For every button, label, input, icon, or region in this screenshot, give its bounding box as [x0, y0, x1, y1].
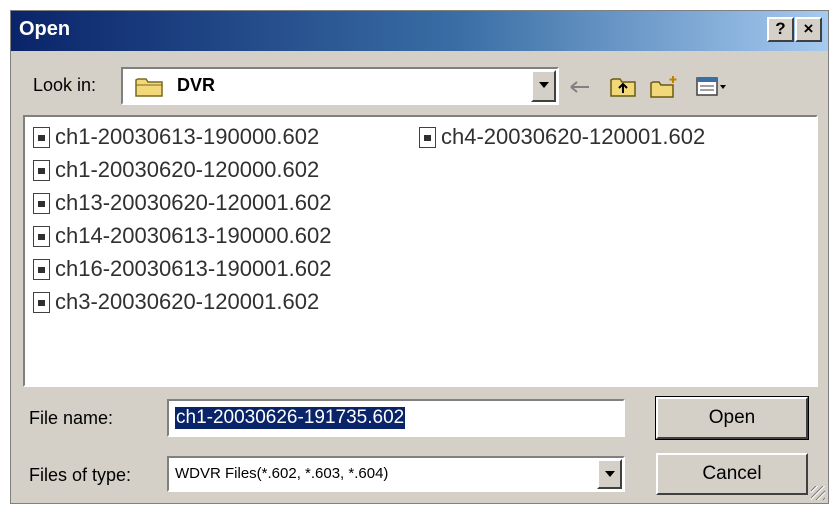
- file-list[interactable]: ch1-20030613-190000.602 ch1-20030620-120…: [23, 115, 818, 387]
- list-item[interactable]: ch1-20030613-190000.602: [33, 121, 319, 153]
- file-icon: [33, 126, 50, 148]
- view-menu-icon[interactable]: [695, 74, 729, 100]
- look-in-combo[interactable]: DVR: [121, 67, 559, 105]
- chevron-down-icon[interactable]: [531, 70, 556, 102]
- chevron-down-icon[interactable]: [597, 459, 622, 489]
- look-in-label: Look in:: [33, 75, 97, 95]
- file-icon: [419, 126, 436, 148]
- file-name: ch16-20030613-190001.602: [55, 256, 332, 281]
- close-button[interactable]: ×: [795, 17, 822, 42]
- files-of-type-combo[interactable]: WDVR Files(*.602, *.603, *.604): [167, 456, 625, 492]
- files-of-type-value: WDVR Files(*.602, *.603, *.604): [175, 465, 389, 482]
- back-arrow-icon[interactable]: [567, 74, 593, 100]
- up-one-level-icon[interactable]: [609, 74, 637, 100]
- file-name: ch4-20030620-120001.602: [441, 124, 706, 149]
- file-icon: [33, 225, 50, 247]
- files-of-type-label: Files of type:: [29, 465, 132, 485]
- list-item[interactable]: ch3-20030620-120001.602: [33, 286, 319, 318]
- file-name: ch1-20030620-120000.602: [55, 157, 320, 182]
- open-dialog: Open ? × Look in: DVR ch1-20030613-19000…: [10, 10, 829, 504]
- list-item[interactable]: ch1-20030620-120000.602: [33, 154, 319, 186]
- file-icon: [33, 192, 50, 214]
- file-icon: [33, 291, 50, 313]
- list-item[interactable]: ch14-20030613-190000.602: [33, 220, 331, 252]
- file-name-value: ch1-20030626-191735.602: [175, 407, 406, 429]
- file-icon: [33, 159, 50, 181]
- file-name: ch13-20030620-120001.602: [55, 190, 332, 215]
- list-item[interactable]: ch4-20030620-120001.602: [419, 121, 705, 153]
- list-item[interactable]: ch13-20030620-120001.602: [33, 187, 331, 219]
- folder-icon: [135, 78, 163, 97]
- file-icon: [33, 258, 50, 280]
- new-folder-icon[interactable]: [649, 74, 679, 100]
- file-name: ch3-20030620-120001.602: [55, 289, 320, 314]
- cancel-button[interactable]: Cancel: [656, 453, 808, 495]
- file-name: ch1-20030613-190000.602: [55, 124, 320, 149]
- file-name: ch14-20030613-190000.602: [55, 223, 332, 248]
- file-name-input[interactable]: ch1-20030626-191735.602: [167, 399, 625, 437]
- title-bar[interactable]: Open ? ×: [11, 11, 828, 51]
- list-item[interactable]: ch16-20030613-190001.602: [33, 253, 331, 285]
- file-name-label: File name:: [29, 408, 114, 428]
- dialog-title: Open: [19, 18, 71, 40]
- help-button[interactable]: ?: [767, 17, 794, 42]
- look-in-value: DVR: [177, 75, 216, 95]
- open-button[interactable]: Open: [655, 396, 809, 440]
- resize-grip[interactable]: [811, 486, 825, 500]
